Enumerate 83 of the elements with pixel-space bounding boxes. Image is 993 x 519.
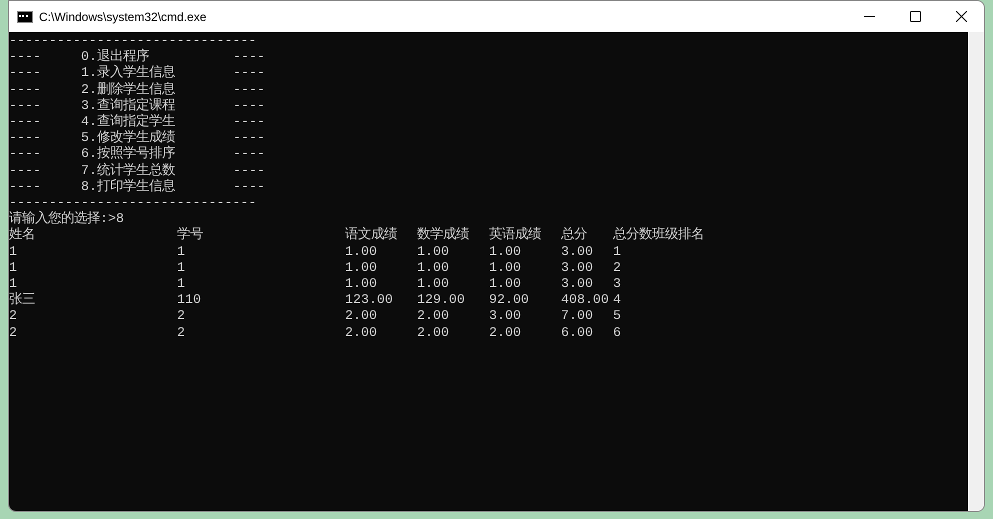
menu-dashes: ---- (9, 82, 41, 98)
table-cell: 408.00 (561, 292, 609, 308)
table-cell: 110 (177, 292, 201, 308)
table-cell: 1 (613, 244, 621, 260)
console-divider-text: ------------------------------- (9, 195, 256, 210)
table-cell: 2.00 (417, 308, 449, 325)
table-cell: 2 (177, 324, 185, 341)
menu-dashes: ---- (233, 178, 265, 196)
menu-dashes: ---- (233, 130, 265, 146)
menu-option: 2.删除学生信息 (81, 82, 175, 98)
column-header: 姓名 (9, 227, 35, 244)
table-cell: 5 (613, 308, 621, 325)
menu-dashes: ---- (9, 162, 41, 179)
table-cell: 3.00 (561, 276, 593, 292)
table-cell: 1.00 (417, 260, 449, 276)
table-cell: 1.00 (489, 244, 521, 260)
table-cell: 3.00 (561, 260, 593, 276)
table-cell: 1.00 (489, 276, 521, 292)
console-divider-text: ------------------------------- (9, 33, 256, 48)
table-cell: 2 (177, 308, 185, 325)
table-cell: 1.00 (417, 244, 449, 260)
menu-option: 7.统计学生总数 (81, 162, 175, 179)
table-cell: 1.00 (489, 260, 521, 276)
column-header: 英语成绩 (489, 227, 541, 244)
table-cell: 4 (613, 292, 621, 308)
table-cell: 2.00 (417, 324, 449, 341)
table-cell: 7.00 (561, 308, 593, 325)
menu-option: 3.查询指定课程 (81, 98, 175, 114)
table-cell: 6.00 (561, 324, 593, 341)
menu-dashes: ---- (9, 130, 41, 146)
menu-dashes: ---- (233, 114, 265, 130)
table-cell: 2.00 (345, 324, 377, 341)
window-title: C:\Windows\system32\cmd.exe (39, 10, 208, 24)
menu-option: 6.按照学号排序 (81, 146, 175, 163)
table-cell-text: 1 (9, 276, 17, 292)
menu-dashes: ---- (233, 82, 265, 98)
menu-dashes: ---- (233, 162, 265, 179)
menu-dashes: ---- (9, 146, 41, 163)
column-header: 总分数班级排名 (613, 227, 704, 244)
menu-option: 0.退出程序 (81, 49, 149, 66)
table-cell: 1.00 (345, 244, 377, 260)
table-cell: 2 (9, 324, 17, 341)
table-cell: 1 (177, 260, 185, 276)
menu-dashes: ---- (233, 49, 265, 66)
menu-dashes: ---- (9, 98, 41, 114)
table-cell: 1 (177, 276, 185, 292)
table-cell: 1 (9, 244, 17, 260)
table-cell: 2.00 (489, 324, 521, 341)
column-header: 数学成绩 (417, 227, 469, 244)
menu-dashes: ---- (9, 65, 41, 82)
table-cell: 2.00 (345, 308, 377, 325)
column-header: 总分 (561, 227, 587, 244)
menu-dashes: ---- (9, 49, 41, 66)
menu-dashes: ---- (9, 114, 41, 130)
menu-dashes: ---- (233, 98, 265, 114)
column-header: 语文成绩 (345, 227, 397, 244)
column-header: 学号 (177, 227, 203, 244)
table-cell: 92.00 (489, 292, 529, 308)
maximize-icon (910, 11, 920, 22)
console-app-icon (17, 10, 33, 22)
menu-option: 5.修改学生成绩 (81, 130, 175, 146)
table-cell: 2 (9, 308, 17, 325)
table-cell: 3 (613, 276, 621, 292)
menu-option: 8.打印学生信息 (81, 178, 175, 196)
table-cell: 张三 (9, 292, 35, 308)
menu-dashes: ---- (233, 65, 265, 82)
menu-dashes: ---- (9, 178, 41, 196)
menu-option: 1.录入学生信息 (81, 65, 175, 82)
menu-dashes: ---- (233, 146, 265, 163)
table-cell: 129.00 (417, 292, 465, 308)
table-cell: 123.00 (345, 292, 393, 308)
table-cell: 3.00 (489, 308, 521, 325)
table-cell: 6 (613, 324, 621, 341)
table-cell: 1.00 (345, 276, 377, 292)
input-prompt: 请输入您的选择:>8 (9, 211, 124, 227)
table-cell: 3.00 (561, 244, 593, 260)
table-cell: 1 (9, 260, 17, 276)
table-cell: 2 (613, 260, 621, 276)
table-cell: 1.00 (417, 276, 449, 292)
menu-option: 4.查询指定学生 (81, 114, 175, 130)
close-icon (956, 11, 966, 22)
table-cell: 1.00 (345, 260, 377, 276)
table-cell: 1 (177, 244, 185, 260)
